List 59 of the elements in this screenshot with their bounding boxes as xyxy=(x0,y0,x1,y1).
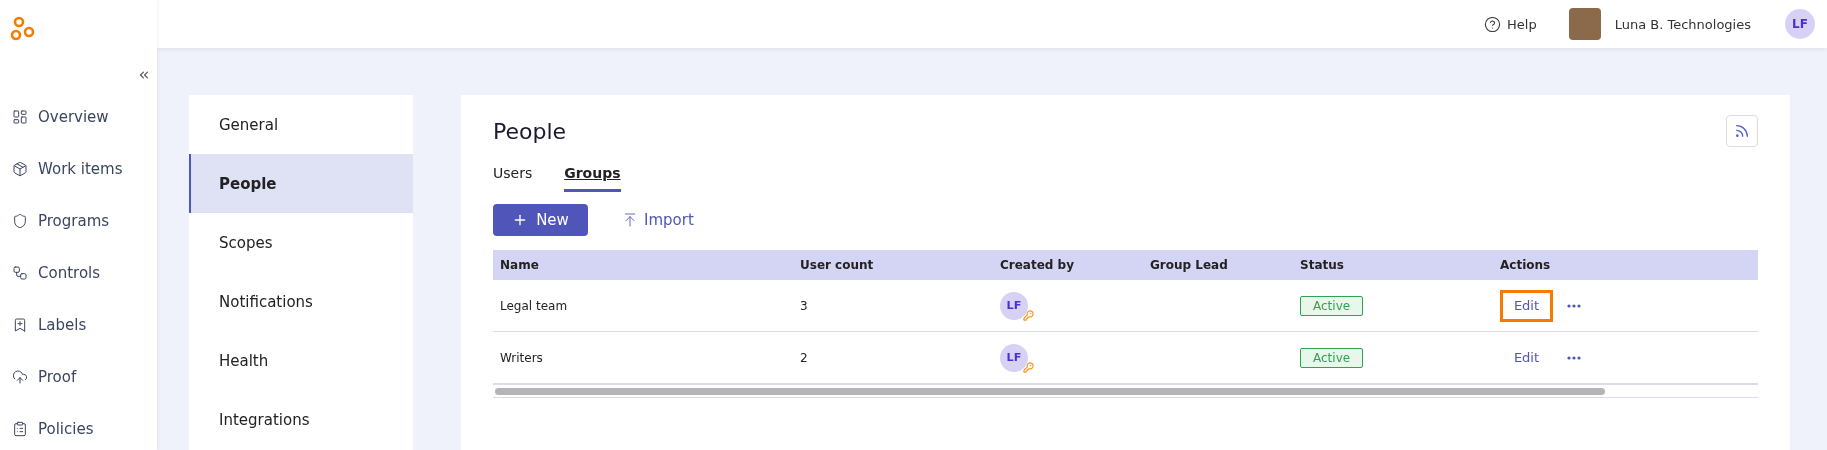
organization-name: Luna B. Technologies xyxy=(1614,16,1751,32)
table-cell-text: 2 xyxy=(799,350,809,365)
rss-button[interactable] xyxy=(1726,115,1758,147)
creator-avatar: LF xyxy=(1000,343,1028,372)
rss-icon xyxy=(1734,123,1750,139)
shield-icon xyxy=(12,213,28,229)
cloud-upload-icon xyxy=(12,369,28,385)
menu-item[interactable]: Scopes xyxy=(189,213,413,272)
sidebar-item[interactable]: Labels xyxy=(12,316,157,334)
menu-item[interactable]: People xyxy=(189,154,413,213)
scrollbar-thumb[interactable] xyxy=(495,387,1605,395)
more-button[interactable] xyxy=(1567,303,1581,308)
layout-icon xyxy=(12,109,28,125)
key-icon xyxy=(1023,361,1034,373)
column-header: Actions xyxy=(1499,258,1552,272)
upload-icon xyxy=(622,212,638,228)
column-header: User count xyxy=(799,258,875,272)
new-button[interactable]: New xyxy=(493,204,588,236)
menu-item[interactable]: General xyxy=(189,95,413,154)
workflow-icon xyxy=(12,265,28,281)
table-cell-text: Writers xyxy=(499,350,544,365)
column-header: Status xyxy=(1299,258,1345,272)
collapse-icon[interactable] xyxy=(137,68,151,82)
more-button[interactable] xyxy=(1567,355,1581,360)
menu-item[interactable]: Health xyxy=(189,331,413,390)
clipboard-icon xyxy=(12,421,28,437)
tab[interactable]: Groups xyxy=(564,165,621,192)
sidebar-item[interactable]: Programs xyxy=(12,212,157,230)
edit-button[interactable]: Edit xyxy=(1500,289,1553,322)
horizontal-scrollbar[interactable] xyxy=(493,384,1758,398)
page-title: People xyxy=(493,118,567,144)
user-avatar[interactable]: LF xyxy=(1785,9,1815,39)
logo-icon xyxy=(10,16,36,42)
key-icon xyxy=(1023,309,1034,321)
sidebar-item[interactable]: Controls xyxy=(12,264,157,282)
menu-item[interactable]: Notifications xyxy=(189,272,413,331)
menu-item[interactable]: Integrations xyxy=(189,390,413,449)
help-icon xyxy=(1484,15,1502,33)
status-badge: Active xyxy=(1300,295,1364,316)
sidebar-item[interactable]: Proof xyxy=(12,368,157,386)
help-link[interactable]: Help xyxy=(1484,15,1537,33)
edit-button[interactable]: Edit xyxy=(1500,341,1553,374)
box-icon xyxy=(12,161,28,177)
import-button[interactable]: Import xyxy=(616,210,700,230)
column-header: Created by xyxy=(999,258,1075,272)
tab[interactable]: Users xyxy=(493,165,533,192)
photo-placeholder xyxy=(1568,8,1601,40)
bookmark-icon xyxy=(12,317,28,333)
sidebar-item[interactable]: Policies xyxy=(12,420,157,438)
status-badge: Active xyxy=(1300,347,1364,368)
more-icon xyxy=(1567,303,1581,308)
sidebar-item[interactable]: Work items xyxy=(12,160,157,178)
table-cell-text: Legal team xyxy=(499,298,569,313)
table-cell-text: 3 xyxy=(799,298,809,313)
sidebar-item[interactable]: Overview xyxy=(12,108,157,126)
creator-avatar: LF xyxy=(1000,291,1028,320)
more-icon xyxy=(1567,355,1581,360)
column-header: Name xyxy=(499,258,540,272)
column-header: Group Lead xyxy=(1149,258,1229,272)
